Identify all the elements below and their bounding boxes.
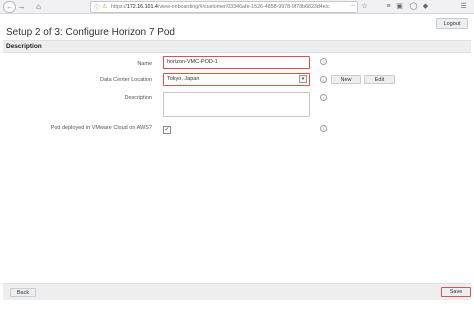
name-input[interactable]: horizon-VMC-POD-1: [163, 56, 310, 69]
chevron-down-icon[interactable]: ▾: [299, 75, 307, 83]
new-button[interactable]: New: [331, 75, 361, 84]
more-icon[interactable]: ...: [350, 2, 355, 8]
info-circle-icon[interactable]: i: [320, 94, 327, 101]
info-circle-icon[interactable]: i: [320, 76, 327, 83]
pocket-icon[interactable]: ◯: [409, 1, 418, 11]
sidebar-icon[interactable]: ▣: [395, 1, 404, 11]
datacenter-label: Data Center Location: [100, 77, 152, 83]
aws-checkbox[interactable]: ✓: [163, 126, 171, 134]
menu-icon[interactable]: ☰: [459, 1, 468, 11]
save-button[interactable]: Save: [441, 287, 471, 297]
info-circle-icon[interactable]: i: [320, 125, 327, 132]
lock-icon[interactable]: ⚠: [102, 3, 107, 10]
browser-toolbar: ← → ⌂ ⓘ ⚠ https://172.16.101.4/view-onbo…: [0, 0, 474, 14]
extension-icon[interactable]: ◆: [421, 1, 430, 11]
info-icon[interactable]: ⓘ: [94, 3, 100, 12]
url-text[interactable]: https://172.16.101.4/view-onboarding/#/c…: [111, 3, 351, 11]
url-host: 172.16.101.4: [126, 4, 158, 10]
library-icon[interactable]: ≡: [384, 1, 393, 11]
bookmark-icon[interactable]: ☆: [360, 1, 369, 11]
datacenter-value: Tokyo, Japan: [167, 76, 200, 82]
edit-button[interactable]: Edit: [364, 75, 395, 84]
url-scheme: https://: [111, 4, 127, 10]
info-circle-icon[interactable]: i: [320, 58, 327, 65]
section-header: Description: [3, 40, 471, 53]
logout-button[interactable]: Logout: [436, 18, 468, 29]
page-title: Setup 2 of 3: Configure Horizon 7 Pod: [6, 27, 175, 38]
name-label: Name: [137, 61, 152, 67]
datacenter-select[interactable]: Tokyo, Japan ▾: [163, 73, 310, 86]
description-label: Description: [124, 95, 152, 101]
section-title: Description: [6, 43, 42, 50]
description-textarea[interactable]: [163, 92, 310, 117]
url-bar[interactable]: ⓘ ⚠ https://172.16.101.4/view-onboarding…: [90, 1, 358, 13]
url-path: /view-onboarding/#/customer/03346afe-152…: [157, 4, 330, 10]
aws-label: Pod deployed in VMware Cloud on AWS?: [50, 125, 152, 131]
back-arrow-icon[interactable]: ←: [3, 1, 16, 13]
back-button[interactable]: Back: [10, 288, 36, 297]
footer-bar: Back Save: [3, 283, 471, 300]
name-value: horizon-VMC-POD-1: [167, 59, 218, 65]
home-icon[interactable]: ⌂: [34, 1, 43, 11]
check-icon: ✓: [164, 127, 170, 133]
forward-arrow-icon[interactable]: →: [17, 1, 26, 11]
